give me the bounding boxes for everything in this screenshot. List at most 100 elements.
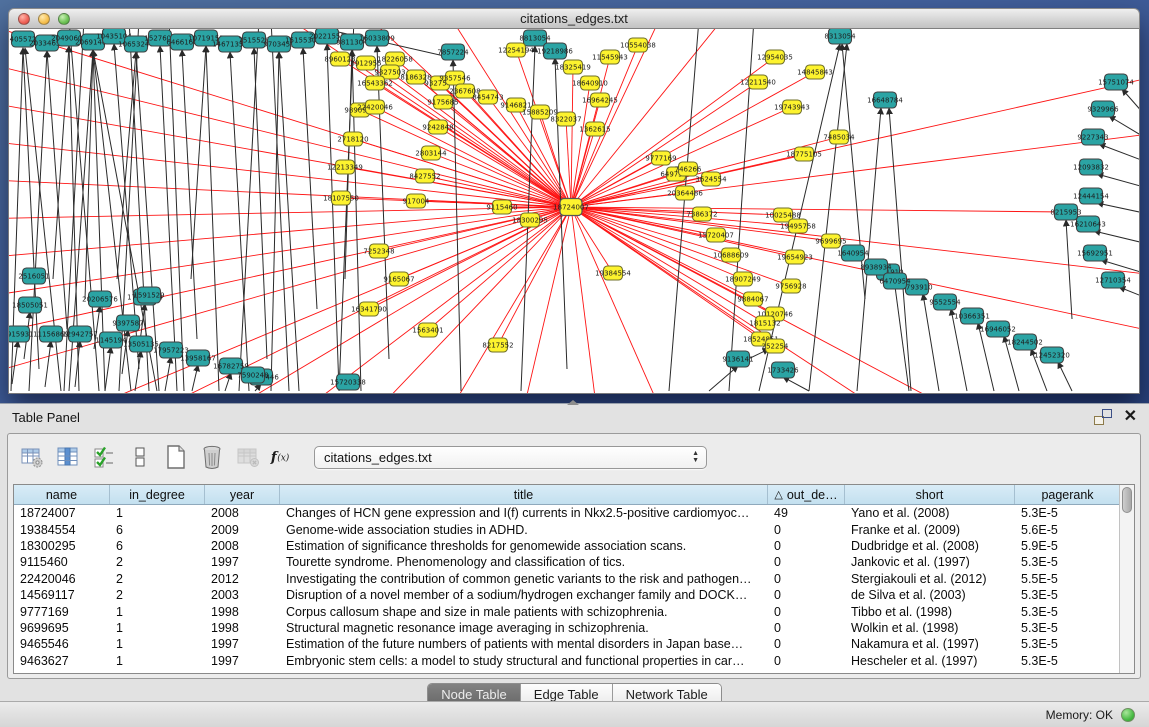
table-options-icon[interactable] <box>18 444 45 471</box>
select-columns-icon[interactable] <box>90 444 117 471</box>
cell-out_degree: 0 <box>768 572 845 586</box>
column-header-short[interactable]: short <box>845 485 1015 504</box>
table-row[interactable]: 1938455462009Genome-wide association stu… <box>14 521 1134 537</box>
graph-node-teal[interactable]: 2516051 <box>18 268 49 284</box>
graph-node-teal[interactable]: 15751074 <box>1098 74 1134 90</box>
table-row[interactable]: 911546021997Tourette syndrome. Phenomeno… <box>14 554 1134 570</box>
graph-node-yellow[interactable]: 12211540 <box>740 75 776 89</box>
close-window-button[interactable] <box>18 13 30 25</box>
graph-node-yellow[interactable]: 16341790 <box>351 302 387 316</box>
table-row[interactable]: 969969511998Structural magnetic resonanc… <box>14 620 1134 636</box>
zoom-window-button[interactable] <box>58 13 70 25</box>
graph-node-teal[interactable]: 9552554 <box>929 294 961 310</box>
graph-node-teal[interactable]: 15692951 <box>1077 245 1113 261</box>
graph-node-teal[interactable]: 9136141 <box>722 351 753 367</box>
svg-text:16964245: 16964245 <box>582 96 618 104</box>
graph-node-yellow[interactable]: 252254 <box>762 339 789 353</box>
column-header-name[interactable]: name <box>14 485 110 504</box>
close-panel-icon[interactable]: ✕ <box>1124 409 1137 425</box>
graph-node-yellow[interactable]: 9884067 <box>737 292 768 306</box>
graph-node-teal[interactable]: 16946052 <box>980 321 1016 337</box>
show-columns-icon[interactable] <box>54 444 81 471</box>
citation-network-graph[interactable]: 1405572420334657204906052069140610435104… <box>9 29 1139 393</box>
minimize-window-button[interactable] <box>38 13 50 25</box>
graph-node-teal[interactable]: 1591529 <box>133 287 164 303</box>
graph-node-teal[interactable]: 1733426 <box>767 362 799 378</box>
graph-node-yellow[interactable]: 12954035 <box>757 50 793 64</box>
svg-text:11545943: 11545943 <box>592 53 628 61</box>
graph-node-teal[interactable]: 12093832 <box>1073 159 1109 175</box>
graph-node-yellow[interactable]: 10554038 <box>620 38 656 52</box>
graph-node-teal[interactable]: 12452320 <box>1034 347 1070 363</box>
column-header-pagerank[interactable]: pagerank <box>1015 485 1121 504</box>
graph-node-yellow[interactable]: 3624554 <box>695 172 727 186</box>
scrollbar-thumb[interactable] <box>1122 487 1132 513</box>
graph-node-yellow[interactable]: 18640910 <box>572 76 608 90</box>
graph-node-teal[interactable]: 3915931 <box>9 326 34 342</box>
table-selector-dropdown[interactable]: citations_edges.txt ▲▼ <box>314 446 707 469</box>
cell-year: 1998 <box>205 605 280 619</box>
column-header-in_degree[interactable]: in_degree <box>110 485 205 504</box>
graph-node-yellow[interactable]: 9756928 <box>775 279 806 293</box>
table-vertical-scrollbar[interactable] <box>1119 485 1134 673</box>
graph-node-yellow[interactable]: 1563401 <box>412 323 443 337</box>
window-titlebar[interactable]: citations_edges.txt <box>8 8 1140 29</box>
cell-in_degree: 1 <box>110 621 205 635</box>
table-row[interactable]: 977716911998Corpus callosum shape and si… <box>14 603 1134 619</box>
graph-node-yellow[interactable]: 11545943 <box>592 50 628 64</box>
graph-node-yellow[interactable]: 18107550 <box>323 191 359 205</box>
graph-node-yellow[interactable]: 19384554 <box>595 266 631 280</box>
graph-node-teal[interactable]: 12444154 <box>1073 188 1109 204</box>
graph-node-yellow[interactable]: 2718120 <box>337 132 368 146</box>
graph-node-yellow[interactable]: 8217552 <box>482 338 513 352</box>
table-row[interactable]: 946362711997Embryonic stem cells: a mode… <box>14 653 1134 669</box>
network-canvas[interactable]: 1405572420334657204906052069140610435104… <box>8 29 1140 394</box>
new-table-icon[interactable] <box>162 444 189 471</box>
cell-in_degree: 2 <box>110 588 205 602</box>
graph-node-yellow[interactable]: 9242848 <box>422 120 453 134</box>
table-panel-body: f(x) citations_edges.txt ▲▼ namein_degre… <box>7 433 1141 679</box>
graph-node-teal[interactable]: 7857224 <box>437 44 469 60</box>
graph-node-teal[interactable]: 9329966 <box>1087 101 1119 117</box>
graph-node-yellow[interactable]: 7252348 <box>363 244 394 258</box>
function-builder-icon[interactable]: f(x) <box>270 444 297 471</box>
graph-node-teal[interactable]: 18244502 <box>1007 334 1043 350</box>
graph-node-teal[interactable]: 9397587 <box>112 315 143 331</box>
column-header-title[interactable]: title <box>280 485 768 504</box>
graph-node-yellow[interactable]: 12213349 <box>327 160 363 174</box>
graph-node-teal[interactable]: 9227343 <box>1077 129 1108 145</box>
graph-node-teal[interactable]: 8313054 <box>824 29 856 44</box>
graph-node-yellow[interactable]: 16964245 <box>582 93 618 107</box>
graph-node-yellow[interactable]: 917004 <box>403 194 430 208</box>
svg-text:18505051: 18505051 <box>12 301 48 309</box>
delete-icon[interactable] <box>198 444 225 471</box>
graph-node-teal[interactable]: 7590248 <box>237 367 268 383</box>
row-height-icon[interactable] <box>126 444 153 471</box>
float-panel-icon[interactable] <box>1094 409 1112 425</box>
svg-text:19384554: 19384554 <box>595 269 631 277</box>
graph-node-yellow[interactable]: 18325419 <box>555 60 591 74</box>
dropdown-arrows-icon: ▲▼ <box>692 450 699 464</box>
table-row[interactable]: 1456911722003Disruption of a novel membe… <box>14 587 1134 603</box>
graph-node-teal[interactable]: 1640954 <box>837 245 869 261</box>
table-row[interactable]: 946554611997Estimation of the future num… <box>14 636 1134 652</box>
column-header-year[interactable]: year <box>205 485 280 504</box>
graph-node-teal[interactable]: 16648784 <box>867 92 903 108</box>
panel-resize-grip[interactable] <box>567 400 579 405</box>
graph-node-teal[interactable]: 10366351 <box>954 308 990 324</box>
cell-out_degree: 0 <box>768 539 845 553</box>
column-header-out_degree[interactable]: △out_de… <box>768 485 845 504</box>
graph-node-yellow[interactable]: 19743943 <box>774 100 810 114</box>
graph-node-yellow[interactable]: 8427552 <box>409 169 440 183</box>
graph-node-yellow[interactable]: 20364486 <box>667 186 703 200</box>
cell-year: 1997 <box>205 654 280 668</box>
graph-node-yellow[interactable]: 15720407 <box>698 228 734 242</box>
graph-node-teal[interactable]: 12710354 <box>1095 272 1131 288</box>
graph-node-teal[interactable]: 18505051 <box>12 297 48 313</box>
table-row[interactable]: 2242004622012Investigating the contribut… <box>14 571 1134 587</box>
graph-node-yellow[interactable]: 14845843 <box>797 65 833 79</box>
graph-node-teal[interactable]: 20206576 <box>82 291 118 307</box>
graph-node-teal[interactable]: 6470954 <box>879 273 911 289</box>
table-row[interactable]: 1830029562008Estimation of significance … <box>14 538 1134 554</box>
table-row[interactable]: 1872400712008Changes of HCN gene express… <box>14 505 1134 521</box>
